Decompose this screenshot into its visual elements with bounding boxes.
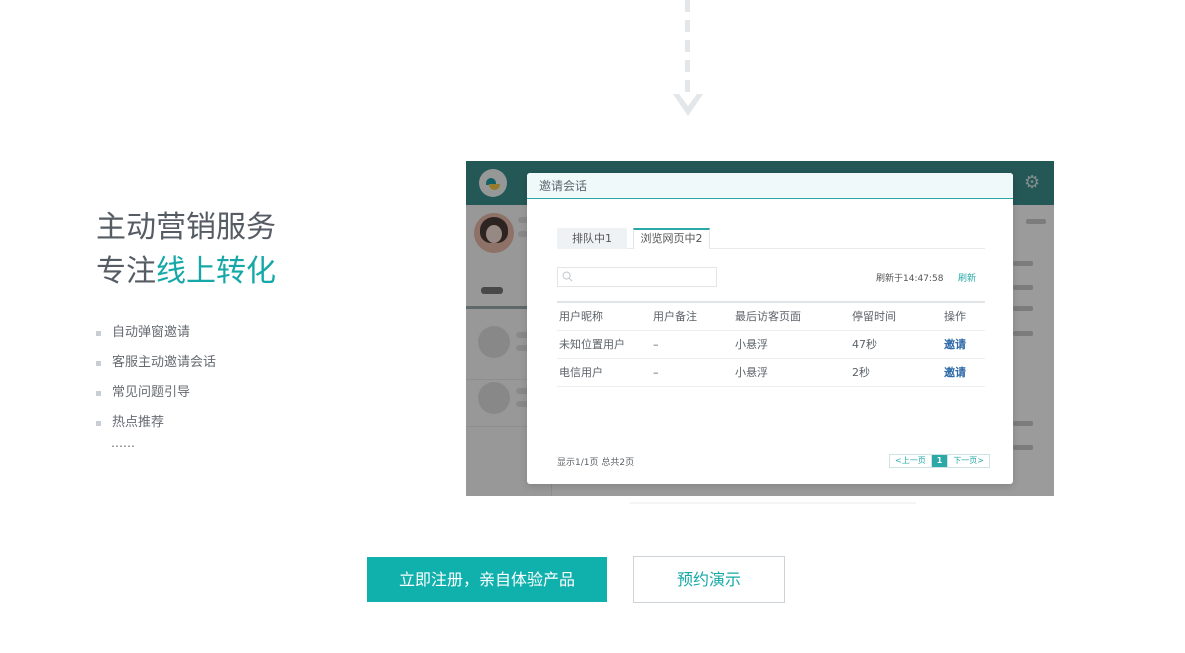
pager-info: 显示1/1页 总共2页 (557, 458, 635, 468)
search-input[interactable] (557, 267, 717, 287)
bullet-icon (96, 420, 101, 426)
feature-item: 自动弹窗邀请 (96, 318, 216, 348)
feature-item: 客服主动邀请会话 (96, 348, 216, 378)
column-header: 用户昵称 (559, 310, 603, 323)
pagination: <上一页 1 下一页> (889, 454, 990, 468)
prev-page-button[interactable]: <上一页 (890, 455, 931, 467)
cell-last-page: 小悬浮 (735, 366, 768, 379)
dashed-arrow-line (685, 0, 690, 92)
column-header: 用户备注 (653, 310, 697, 323)
cell-duration: 2秒 (852, 366, 870, 379)
invite-dialog: 邀请会话 排队中1 浏览网页中2 刷新于14:47:58 刷新 用户昵称 用户备… (527, 173, 1013, 484)
table-row: 电信用户 – 小悬浮 2秒 邀请 (557, 359, 985, 387)
cell-last-page: 小悬浮 (735, 338, 768, 351)
register-button[interactable]: 立即注册，亲自体验产品 (367, 557, 607, 602)
cell-nickname: 电信用户 (559, 366, 603, 379)
cell-duration: 47秒 (852, 338, 877, 351)
cell-nickname: 未知位置用户 (559, 338, 625, 351)
invite-button[interactable]: 邀请 (944, 331, 966, 359)
hero-title: 主动营销服务 (96, 210, 276, 245)
hero-subtitle-accent: 线上转化 (156, 254, 276, 289)
bullet-icon (96, 390, 101, 396)
tab-queue[interactable]: 排队中1 (557, 228, 627, 249)
feature-item: 热点推荐 (96, 408, 216, 438)
bullet-icon (96, 330, 101, 336)
hero-subtitle-prefix: 专注 (96, 254, 156, 289)
feature-list: 自动弹窗邀请 客服主动邀请会话 常见问题引导 热点推荐 (96, 318, 216, 438)
refresh-time: 刷新于14:47:58 (876, 274, 944, 284)
cell-note: – (653, 366, 659, 379)
search-icon (562, 271, 573, 282)
column-header: 最后访客页面 (735, 310, 801, 323)
next-page-button[interactable]: 下一页> (947, 455, 989, 467)
feature-ellipsis: …… (111, 436, 135, 450)
table-header-row: 用户昵称 用户备注 最后访客页面 停留时间 操作 (557, 303, 985, 331)
dialog-title: 邀请会话 (527, 173, 1013, 199)
feature-item: 常见问题引导 (96, 378, 216, 408)
dialog-tabs: 排队中1 浏览网页中2 (557, 228, 985, 249)
bullet-icon (96, 360, 101, 366)
tab-browsing[interactable]: 浏览网页中2 (633, 228, 710, 249)
invite-button[interactable]: 邀请 (944, 359, 966, 387)
table-row: 未知位置用户 – 小悬浮 47秒 邀请 (557, 331, 985, 359)
page-number-button[interactable]: 1 (930, 455, 948, 467)
book-demo-button[interactable]: 预约演示 (633, 556, 785, 603)
column-header: 操作 (944, 310, 966, 323)
refresh-button[interactable]: 刷新 (958, 271, 976, 284)
hero-subtitle: 专注线上转化 (96, 250, 276, 294)
cell-note: – (653, 338, 659, 351)
visitor-table: 用户昵称 用户备注 最后访客页面 停留时间 操作 未知位置用户 – 小悬浮 47… (557, 301, 985, 387)
column-header: 停留时间 (852, 310, 896, 323)
